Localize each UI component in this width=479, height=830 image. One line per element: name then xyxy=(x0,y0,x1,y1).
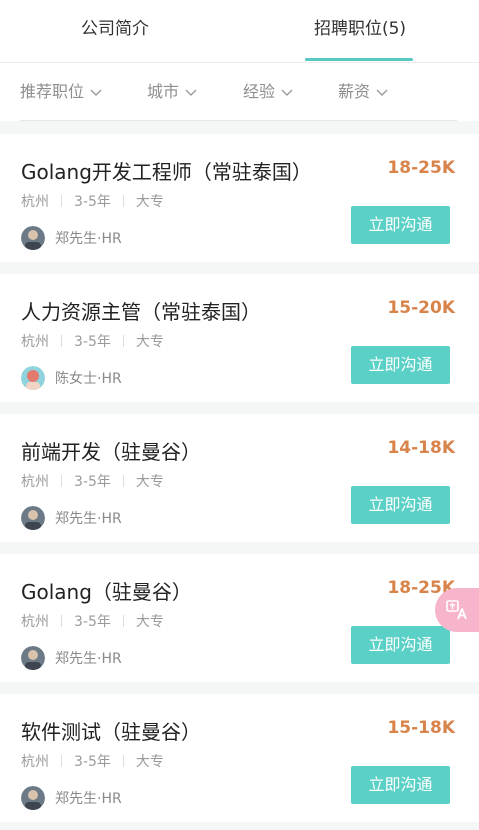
hr-contact: 陈女士·HR xyxy=(21,366,122,390)
job-card[interactable]: 前端开发（驻曼谷） 14-18K 杭州 3-5年 大专 郑先生·HR 立即沟通 xyxy=(0,414,479,542)
translate-button[interactable] xyxy=(435,588,479,632)
divider xyxy=(122,335,124,347)
job-city: 杭州 xyxy=(21,474,49,490)
filter-recommended[interactable]: 推荐职位 xyxy=(20,63,102,121)
job-meta: 杭州 3-5年 大专 xyxy=(21,331,164,351)
job-title: 软件测试（驻曼谷） xyxy=(21,720,201,744)
avatar xyxy=(21,226,45,250)
job-title: 前端开发（驻曼谷） xyxy=(21,440,201,464)
filter-salary[interactable]: 薪资 xyxy=(338,63,388,121)
job-city: 杭州 xyxy=(21,754,49,770)
job-card[interactable]: 人力资源主管（常驻泰国） 15-20K 杭州 3-5年 大专 陈女士·HR 立即沟通 xyxy=(0,274,479,402)
job-city: 杭州 xyxy=(21,194,49,210)
job-meta: 杭州 3-5年 大专 xyxy=(21,611,164,631)
chat-now-button[interactable]: 立即沟通 xyxy=(351,626,450,664)
job-salary: 15-20K xyxy=(387,298,455,318)
job-experience: 3-5年 xyxy=(74,754,111,770)
job-title: Golang开发工程师（常驻泰国） xyxy=(21,160,312,184)
hr-name: 陈女士·HR xyxy=(55,371,122,387)
job-meta: 杭州 3-5年 大专 xyxy=(21,751,164,771)
avatar xyxy=(21,786,45,810)
divider xyxy=(20,120,457,121)
hr-name: 郑先生·HR xyxy=(55,791,122,807)
job-experience: 3-5年 xyxy=(74,334,111,350)
divider xyxy=(122,195,124,207)
chevron-down-icon xyxy=(376,89,388,96)
divider xyxy=(61,615,62,627)
filter-recommended-label: 推荐职位 xyxy=(20,82,85,101)
hr-contact: 郑先生·HR xyxy=(21,226,122,250)
job-card[interactable]: 软件测试（驻曼谷） 15-18K 杭州 3-5年 大专 郑先生·HR 立即沟通 xyxy=(0,694,479,822)
job-title: 人力资源主管（常驻泰国） xyxy=(21,300,261,324)
avatar xyxy=(21,646,45,670)
chat-now-button[interactable]: 立即沟通 xyxy=(351,206,450,244)
avatar xyxy=(21,366,45,390)
job-salary: 18-25K xyxy=(387,158,455,178)
hr-contact: 郑先生·HR xyxy=(21,646,122,670)
job-meta: 杭州 3-5年 大专 xyxy=(21,191,164,211)
job-card[interactable]: Golang开发工程师（常驻泰国） 18-25K 杭州 3-5年 大专 郑先生·HR… xyxy=(0,134,479,262)
hr-name: 郑先生·HR xyxy=(55,511,122,527)
chat-now-button[interactable]: 立即沟通 xyxy=(351,486,450,524)
job-title: Golang（驻曼谷） xyxy=(21,580,192,604)
chevron-down-icon xyxy=(90,89,102,96)
filter-experience-label: 经验 xyxy=(243,82,276,101)
filter-city[interactable]: 城市 xyxy=(147,63,197,121)
job-meta: 杭州 3-5年 大专 xyxy=(21,471,164,491)
divider xyxy=(61,755,62,767)
job-education: 大专 xyxy=(135,474,164,490)
job-experience: 3-5年 xyxy=(74,194,111,210)
job-card[interactable]: Golang（驻曼谷） 18-25K 杭州 3-5年 大专 郑先生·HR 立即沟通 xyxy=(0,554,479,682)
hr-contact: 郑先生·HR xyxy=(21,506,122,530)
avatar xyxy=(21,506,45,530)
divider xyxy=(61,475,62,487)
job-city: 杭州 xyxy=(21,614,49,630)
active-tab-indicator xyxy=(305,58,413,61)
filter-bar: 推荐职位 城市 经验 薪资 xyxy=(0,63,479,121)
tab-bar: 公司简介 招聘职位(5) xyxy=(0,0,479,63)
job-education: 大专 xyxy=(135,334,164,350)
hr-name: 郑先生·HR xyxy=(55,651,122,667)
chevron-down-icon xyxy=(185,89,197,96)
filter-city-label: 城市 xyxy=(147,82,180,101)
translate-icon xyxy=(446,600,467,620)
hr-name: 郑先生·HR xyxy=(55,231,122,247)
job-experience: 3-5年 xyxy=(74,614,111,630)
divider xyxy=(122,615,124,627)
job-experience: 3-5年 xyxy=(74,474,111,490)
job-education: 大专 xyxy=(135,754,164,770)
tab-jobs[interactable]: 招聘职位(5) xyxy=(295,0,425,60)
tab-company-intro[interactable]: 公司简介 xyxy=(40,0,190,60)
job-education: 大专 xyxy=(135,194,164,210)
chat-now-button[interactable]: 立即沟通 xyxy=(351,766,450,804)
hr-contact: 郑先生·HR xyxy=(21,786,122,810)
job-city: 杭州 xyxy=(21,334,49,350)
divider xyxy=(122,755,124,767)
divider xyxy=(61,195,62,207)
divider xyxy=(61,335,62,347)
chat-now-button[interactable]: 立即沟通 xyxy=(351,346,450,384)
chevron-down-icon xyxy=(281,89,293,96)
filter-experience[interactable]: 经验 xyxy=(243,63,293,121)
job-salary: 15-18K xyxy=(387,718,455,738)
job-salary: 14-18K xyxy=(387,438,455,458)
job-education: 大专 xyxy=(135,614,164,630)
divider xyxy=(122,475,124,487)
filter-salary-label: 薪资 xyxy=(338,82,371,101)
